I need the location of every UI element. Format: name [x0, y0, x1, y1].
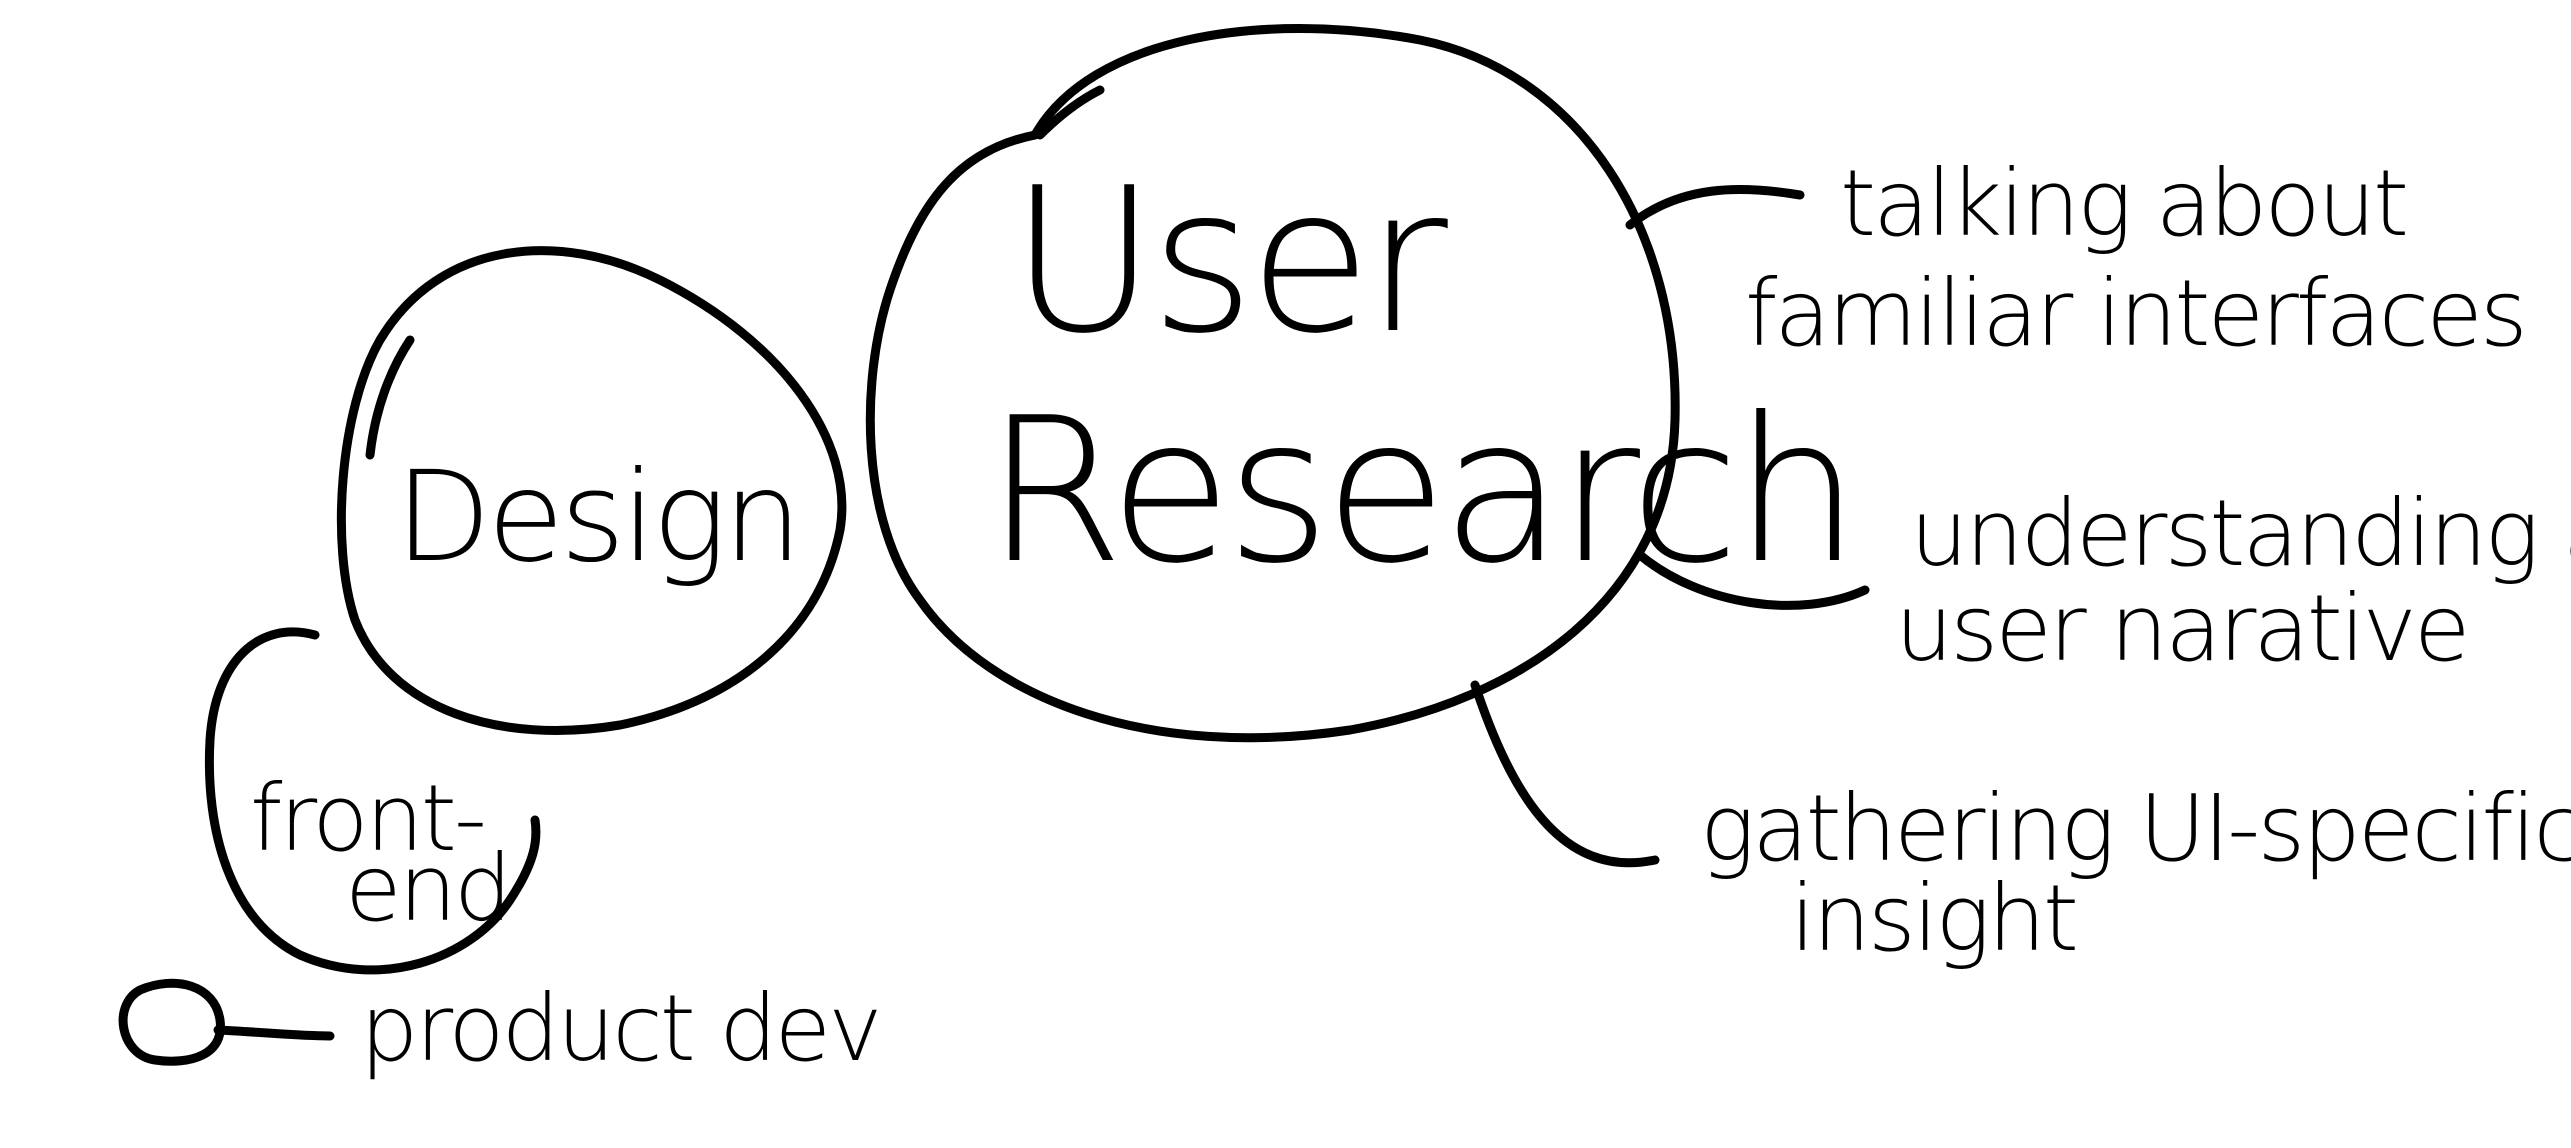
- branch-familiar-interfaces: talking about familiar interfaces: [1625, 150, 2528, 367]
- design-node: Design: [336, 246, 847, 735]
- product-dev-label: product dev: [360, 975, 880, 1082]
- user-research-node: User Research: [865, 24, 1860, 743]
- branch-3-label-line2: insight: [1790, 865, 2076, 972]
- front-end-node: front- end: [204, 627, 541, 975]
- product-dev-marker: [118, 978, 225, 1066]
- front-end-label-line2: end: [345, 835, 509, 942]
- branch-1-label-line2: familiar interfaces: [1745, 260, 2525, 367]
- branch-ui-insight: gathering UI-specific insight: [1470, 680, 2571, 972]
- branch-2-label-line1: understanding a: [1910, 480, 2571, 587]
- branch-1-label-line1: talking about: [1840, 150, 2406, 257]
- user-research-label-line1: User: [1010, 145, 1449, 378]
- mind-map-sketch: User Research Design front- end product …: [118, 24, 2571, 1082]
- product-dev-connector: [213, 1025, 335, 1041]
- design-label: Design: [395, 445, 798, 590]
- branch-1-connector: [1625, 184, 1805, 230]
- branch-2-label-line2: user narative: [1895, 575, 2467, 682]
- branch-3-connector: [1470, 680, 1660, 868]
- user-research-label-line2: Research: [985, 375, 1854, 608]
- product-dev-node: product dev: [118, 975, 883, 1082]
